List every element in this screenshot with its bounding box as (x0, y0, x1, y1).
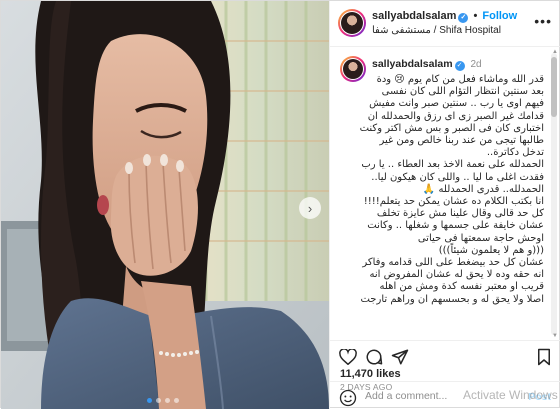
verified-badge-icon: ✓ (458, 13, 469, 23)
location-link[interactable]: مستشفى شفا / Shifa Hospital (372, 25, 501, 36)
likes-count[interactable]: 11,470 likes (340, 368, 401, 380)
instagram-post-window: › sallyabdalsalam ✓ • Follow مستشفى شفا /… (0, 0, 560, 409)
save-button[interactable] (534, 347, 554, 367)
post-photo[interactable]: › (1, 1, 329, 409)
follow-button[interactable]: Follow (482, 10, 517, 22)
caption-area: sallyabdalsalam ✓ 2d قدر الله وماشاء فعل … (330, 48, 560, 340)
caption-username-link[interactable]: sallyabdalsalam (372, 58, 453, 70)
avatar[interactable] (338, 9, 366, 37)
caption-header: sallyabdalsalam ✓ 2d (372, 58, 482, 71)
comment-button[interactable] (364, 347, 384, 367)
verified-badge-icon: ✓ (454, 61, 465, 71)
share-button[interactable] (390, 347, 410, 367)
carousel-dot (165, 398, 170, 403)
more-options-icon[interactable]: ••• (534, 13, 552, 29)
comment-icon (366, 349, 383, 365)
username-link[interactable]: sallyabdalsalam (372, 10, 456, 22)
carousel-indicator (147, 398, 179, 403)
post-side-panel: sallyabdalsalam ✓ • Follow مستشفى شفا / S… (329, 1, 560, 409)
chevron-right-icon: › (307, 200, 313, 216)
carousel-dot (147, 398, 152, 403)
post-header: sallyabdalsalam ✓ • Follow مستشفى شفا / S… (330, 1, 560, 47)
header-user-line: sallyabdalsalam ✓ • Follow (372, 10, 517, 23)
bookmark-icon (538, 348, 550, 366)
scrollbar-thumb[interactable] (551, 57, 557, 117)
heart-icon (339, 349, 357, 365)
caption-text: قدر الله وماشاء فعل من كام يوم 😢 ودة بعد… (359, 74, 544, 305)
carousel-dot (174, 398, 179, 403)
windows-activation-watermark: Activate Windows (463, 388, 558, 402)
carousel-dot (156, 398, 161, 403)
smiley-icon (339, 389, 357, 407)
comment-bar: Post Activate Windows (329, 381, 560, 409)
scroll-down-arrow-icon[interactable]: ▼ (552, 333, 558, 339)
caption-scrollbar[interactable] (551, 53, 557, 335)
like-button[interactable] (338, 347, 358, 367)
action-bar (330, 340, 560, 370)
share-icon (391, 349, 409, 365)
post-photo-image (1, 1, 329, 409)
next-photo-button[interactable]: › (299, 197, 321, 219)
caption-time: 2d (470, 59, 482, 70)
separator: • (473, 10, 478, 22)
emoji-button[interactable] (339, 389, 357, 410)
